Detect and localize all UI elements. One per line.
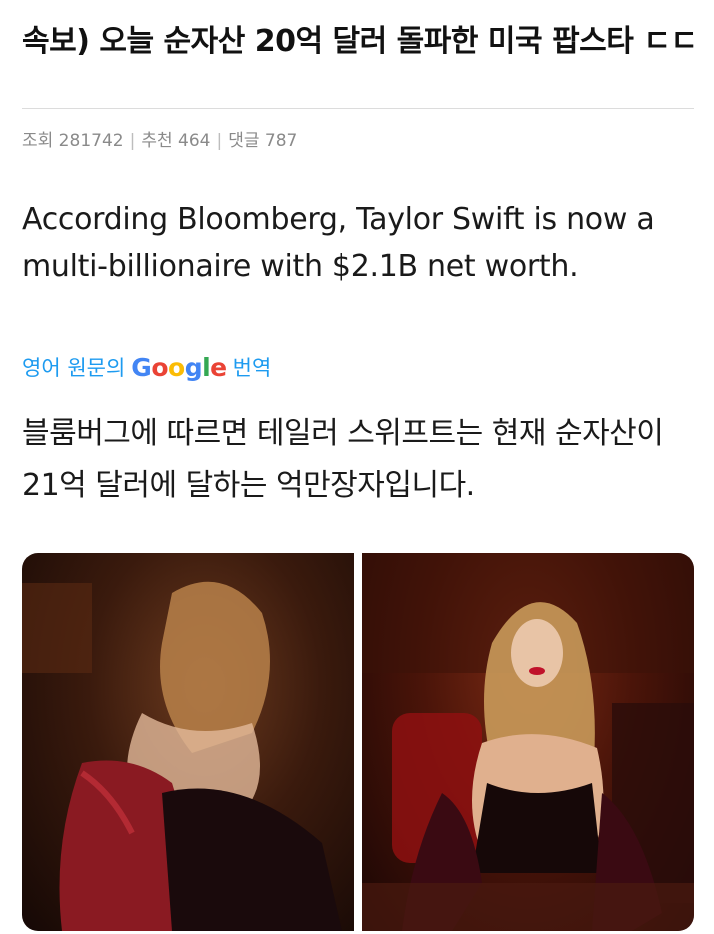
photo-left[interactable] (22, 553, 354, 931)
google-logo: Google (131, 352, 227, 382)
meta-separator: | (216, 131, 223, 151)
tweet-text: According Bloomberg, Taylor Swift is now… (22, 202, 655, 284)
translate-link[interactable]: 영어 원문의 Google 번역 (22, 352, 271, 382)
photo-right[interactable] (362, 553, 694, 931)
translate-prefix: 영어 원문의 (22, 356, 126, 380)
meta-separator: | (129, 131, 136, 151)
translate-suffix: 번역 (232, 356, 272, 380)
comment-count[interactable]: 댓글 787 (228, 131, 297, 151)
photo-grid (22, 553, 694, 931)
post-title: 속보) 오늘 순자산 20억 달러 돌파한 미국 팝스타 ㄷㄷ (22, 24, 698, 59)
post-meta: 조회 281742 | 추천 464 | 댓글 787 (22, 126, 297, 151)
recommend-count: 추천 464 (141, 131, 211, 151)
title-divider (22, 108, 694, 109)
translated-text: 블룸버그에 따르면 테일러 스위프트는 현재 순자산이 21억 달러에 달하는 … (22, 416, 664, 503)
view-count: 조회 281742 (22, 131, 124, 151)
